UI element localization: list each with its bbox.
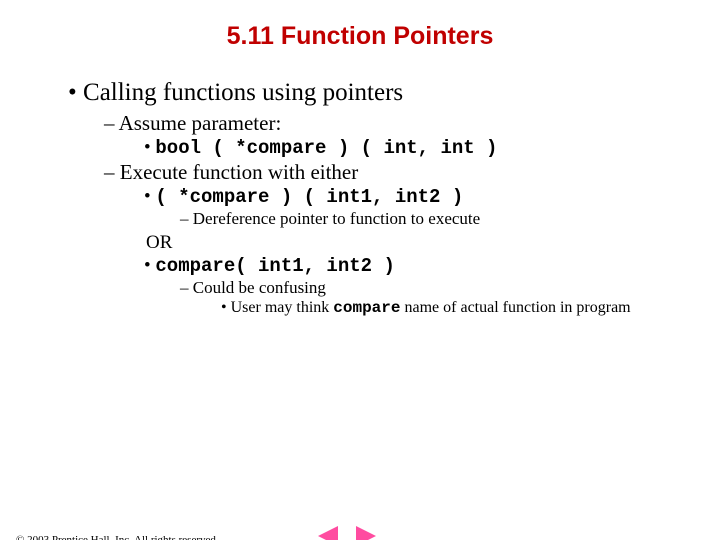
prev-button[interactable] <box>318 526 342 540</box>
code-text: bool ( *compare ) ( int, int ) <box>155 137 497 159</box>
bullet-level2: Assume parameter: <box>122 111 680 136</box>
code-text: ( *compare ) ( int1, int2 ) <box>155 186 463 208</box>
bullet-level5: User may think compare name of actual fu… <box>235 299 680 317</box>
copyright-footer: © 2003 Prentice Hall, Inc. All rights re… <box>16 534 219 540</box>
text-pre: User may think <box>231 299 334 316</box>
bullet-level3-code: bool ( *compare ) ( int, int ) <box>158 137 680 159</box>
bullet-level4: Could be confusing <box>196 278 680 298</box>
slide-title: 5.11 Function Pointers <box>0 22 720 51</box>
arrow-right-icon <box>356 526 376 540</box>
text-post: name of actual function in program <box>400 299 630 316</box>
bullet-level3-code: compare( int1, int2 ) <box>158 255 680 277</box>
or-line: OR <box>146 232 680 254</box>
nav-controls <box>318 526 376 540</box>
bullet-level4: Dereference pointer to function to execu… <box>196 209 680 229</box>
slide-body: Calling functions using pointers Assume … <box>0 79 720 317</box>
bullet-level2: Execute function with either <box>122 160 680 185</box>
next-button[interactable] <box>352 526 376 540</box>
bullet-level1: Calling functions using pointers <box>86 79 680 107</box>
arrow-left-icon <box>318 526 338 540</box>
code-inline: compare <box>333 299 400 317</box>
code-text: compare( int1, int2 ) <box>155 255 394 277</box>
bullet-level3-code: ( *compare ) ( int1, int2 ) <box>158 186 680 208</box>
slide: 5.11 Function Pointers Calling functions… <box>0 22 720 540</box>
